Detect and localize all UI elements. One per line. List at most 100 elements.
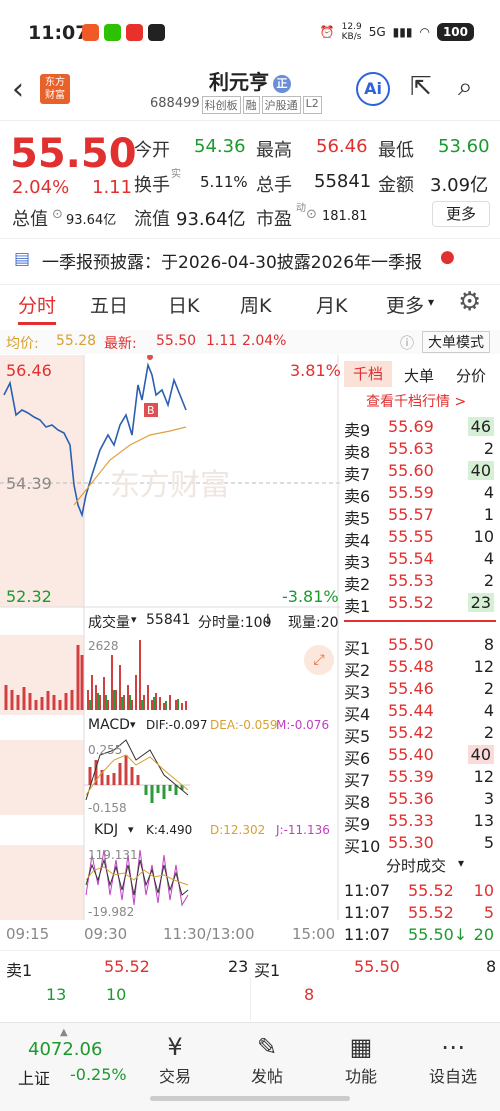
sell-row[interactable]: 卖1 55.52 23 xyxy=(344,593,496,616)
volume-label: 总手 xyxy=(256,175,292,196)
more-button[interactable]: 更多 xyxy=(432,201,490,227)
sell-level-label: 卖2 xyxy=(344,575,371,594)
buy-row[interactable]: 买7 55.39 12 xyxy=(344,767,496,790)
queue-value: 8 xyxy=(304,985,315,1004)
last-value: 55.50 xyxy=(156,333,197,349)
sell-level-price: 55.69 xyxy=(388,417,434,436)
volume-total: 55841 xyxy=(146,612,191,628)
tab-price-dist[interactable]: 分价 xyxy=(456,365,486,386)
status-right: ⏰ 12.9 KB/s 5G ▮▮▮ ◠ 100 xyxy=(320,22,474,42)
share-icon[interactable]: ⇱ xyxy=(410,72,432,102)
buy-row[interactable]: 买9 55.33 13 xyxy=(344,811,496,834)
nav-add-watchlist[interactable]: ⋯ 设自选 xyxy=(418,1031,488,1087)
buy-row[interactable]: 买4 55.44 4 xyxy=(344,701,496,724)
buy-row[interactable]: 买5 55.42 2 xyxy=(344,723,496,746)
buy-level-price: 55.40 xyxy=(388,745,434,764)
trade-time: 11:07 xyxy=(344,881,391,900)
volume-label[interactable]: 成交量 xyxy=(88,612,130,632)
kdj-label[interactable]: KDJ xyxy=(94,822,118,838)
help-icon[interactable]: ⓘ xyxy=(400,333,414,353)
tab-intraday[interactable]: 分时 xyxy=(18,291,56,318)
volume-max: 2628 xyxy=(88,639,119,653)
big-order-mode-button[interactable]: 大单模式 xyxy=(422,331,490,353)
chevron-down-icon: ▾ xyxy=(458,856,465,870)
sell-level-price: 55.55 xyxy=(388,527,434,546)
search-icon[interactable]: ⌕ xyxy=(458,72,473,103)
ai-button[interactable]: Ai xyxy=(356,72,390,106)
buy-level-qty: 5 xyxy=(483,833,494,852)
index-pct: -0.25% xyxy=(70,1065,127,1084)
trade-time: 11:07 xyxy=(344,925,391,944)
app-notification-icon xyxy=(126,24,143,41)
sell-row[interactable]: 卖2 55.53 2 xyxy=(344,571,496,594)
tab-weekly-k[interactable]: 周K xyxy=(240,291,271,318)
sell-level-qty: 46 xyxy=(467,417,494,436)
tab-monthly-k[interactable]: 月K xyxy=(316,291,347,318)
signal-label: 5G xyxy=(368,25,386,39)
buy-row[interactable]: 买2 55.48 12 xyxy=(344,657,496,680)
sell-row[interactable]: 卖6 55.59 4 xyxy=(344,483,496,506)
document-icon: ▤ xyxy=(14,249,31,269)
time-tick: 11:30/13:00 xyxy=(163,925,255,943)
buy-row[interactable]: 买6 55.40 40 xyxy=(344,745,496,768)
buy-level-label: 买7 xyxy=(344,771,371,790)
buy-level-qty: 13 xyxy=(473,811,494,830)
queue-value: 10 xyxy=(106,985,127,1004)
buy-row[interactable]: 买8 55.36 3 xyxy=(344,789,496,812)
settings-icon[interactable]: ⚙ xyxy=(458,287,481,317)
depth-link[interactable]: 查看千档行情 > xyxy=(366,391,466,411)
sell-level-qty: 2 xyxy=(483,439,494,458)
nav-post[interactable]: ✎ 发帖 xyxy=(232,1031,302,1087)
buy-level-price: 55.36 xyxy=(388,789,434,808)
index-value: 4072.06 xyxy=(28,1039,103,1060)
index-name: 上证 xyxy=(18,1069,51,1088)
sell-level-price: 55.60 xyxy=(388,461,434,480)
grid-icon: ▦ xyxy=(349,1033,373,1061)
active-tab-indicator xyxy=(18,322,56,325)
tab-depth[interactable]: 千档 xyxy=(344,361,392,387)
tab-big-order[interactable]: 大单 xyxy=(404,365,434,386)
buy-level-price: 55.46 xyxy=(388,679,434,698)
sell-row[interactable]: 卖4 55.55 10 xyxy=(344,527,496,550)
buy-row[interactable]: 买1 55.50 8 xyxy=(344,635,496,658)
sell-level-qty: 10 xyxy=(473,527,494,546)
buy-row[interactable]: 买3 55.46 2 xyxy=(344,679,496,702)
kdj-d: D:12.302 xyxy=(210,823,266,837)
sell-row[interactable]: 卖3 55.54 4 xyxy=(344,549,496,572)
macd-dea: DEA:-0.059 xyxy=(210,718,278,732)
tab-5day[interactable]: 五日 xyxy=(90,291,128,318)
nav-functions[interactable]: ▦ 功能 xyxy=(326,1031,396,1087)
level1-summary: 卖1 55.52 23 买1 55.50 8 13 10 8 xyxy=(0,950,500,1030)
open-label: 今开 xyxy=(134,140,170,161)
buy-level-qty: 2 xyxy=(483,723,494,742)
sell-row[interactable]: 卖5 55.57 1 xyxy=(344,505,496,528)
avg-value: 55.28 xyxy=(56,333,97,349)
buy-level-price: 55.48 xyxy=(388,657,434,676)
bar-change: 1.11 xyxy=(206,333,238,349)
macd-label[interactable]: MACD xyxy=(88,717,130,733)
chevron-down-icon: ▾ xyxy=(428,295,435,309)
tab-daily-k[interactable]: 日K xyxy=(168,291,199,318)
chart-bottom-pct: -3.81% xyxy=(282,587,339,606)
last-label: 最新: xyxy=(104,336,137,352)
nav-trade[interactable]: ¥ 交易 xyxy=(140,1031,210,1087)
buy-row[interactable]: 买10 55.30 5 xyxy=(344,833,496,856)
buy-level-price: 55.39 xyxy=(388,767,434,786)
sell-level-label: 卖4 xyxy=(344,531,371,550)
wifi-icon: ◠ xyxy=(419,25,430,39)
chart-bottom-price: 52.32 xyxy=(6,587,52,606)
notice-text: 一季报预披露：于2026-04-30披露2026年一季报 xyxy=(42,253,423,273)
sell-row[interactable]: 卖9 55.69 46 xyxy=(344,417,496,440)
buy-level-qty: 3 xyxy=(483,789,494,808)
stock-code-row: 688499 科创板 融 沪股通 L2 xyxy=(150,96,322,114)
intraday-chart[interactable]: B 东方财富 56.46 54.39 52.32 3.81% -3.81% 成交… xyxy=(0,355,341,945)
tab-more[interactable]: 更多 xyxy=(386,291,424,318)
trade-price: 55.50↓ xyxy=(408,925,468,944)
pe-value: 181.81 xyxy=(322,209,368,224)
high-label: 最高 xyxy=(256,140,292,161)
expand-icon[interactable]: ⤢ xyxy=(304,645,334,675)
notice-bar[interactable]: ▤ 一季报预披露：于2026-04-30披露2026年一季报 ● xyxy=(0,238,500,278)
sell-row[interactable]: 卖8 55.63 2 xyxy=(344,439,496,462)
sell-row[interactable]: 卖7 55.60 40 xyxy=(344,461,496,484)
buy-level-price: 55.30 xyxy=(388,833,434,852)
